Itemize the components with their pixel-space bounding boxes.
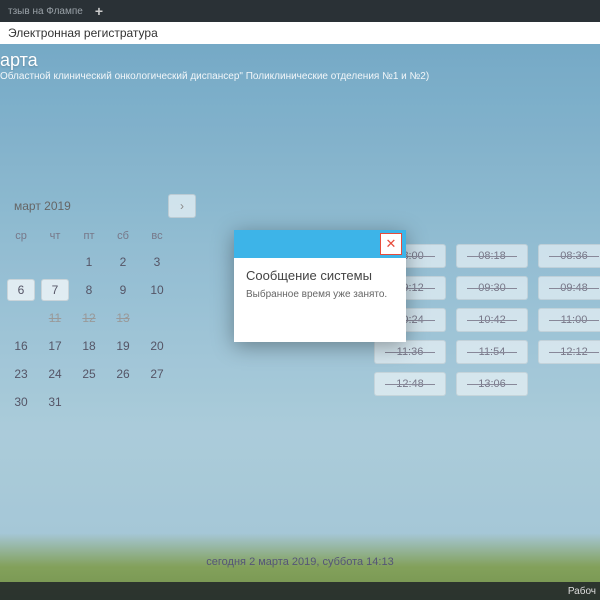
dialog-titlebar: ✕ (234, 230, 406, 258)
calendar-day[interactable]: 20 (140, 334, 174, 358)
dialog-text: Выбранное время уже занято. (246, 289, 394, 300)
time-slot[interactable]: 09:48 (538, 276, 600, 300)
taskbar: Рабоч (0, 582, 600, 600)
calendar-day[interactable]: 7 (41, 279, 69, 301)
calendar-day[interactable]: 18 (72, 334, 106, 358)
close-icon: ✕ (386, 236, 397, 252)
url-text: Электронная регистратура (8, 26, 158, 40)
calendar-day[interactable]: 31 (38, 390, 72, 414)
calendar-day[interactable]: 8 (72, 278, 106, 302)
time-slot[interactable]: 11:00 (538, 308, 600, 332)
calendar-day[interactable]: 3 (140, 250, 174, 274)
calendar-day[interactable]: 17 (38, 334, 72, 358)
time-slot[interactable]: 08:36 (538, 244, 600, 268)
calendar-day (72, 390, 106, 414)
page-header: арта Областной клинический онкологически… (0, 50, 429, 82)
tab-title[interactable]: тзыв на Флампе (8, 6, 83, 17)
calendar-day (4, 306, 38, 330)
new-tab-button[interactable]: + (89, 3, 109, 19)
calendar-weekday: вс (140, 226, 174, 246)
calendar-day[interactable]: 1 (72, 250, 106, 274)
calendar-day[interactable]: 16 (4, 334, 38, 358)
time-slot[interactable]: 13:06 (456, 372, 528, 396)
calendar: март 2019 › срчтптсбвс123678910111213161… (0, 194, 200, 414)
calendar-day[interactable]: 10 (140, 278, 174, 302)
footer-date: сегодня 2 марта 2019, суббота 14:13 (0, 556, 600, 568)
time-slots: 08:0008:1808:3609:1209:3009:4810:2410:42… (374, 244, 600, 396)
page-content: арта Областной клинический онкологически… (0, 44, 600, 600)
calendar-day (106, 390, 140, 414)
time-slot[interactable]: 10:42 (456, 308, 528, 332)
time-slot[interactable]: 09:30 (456, 276, 528, 300)
calendar-day[interactable]: 2 (106, 250, 140, 274)
calendar-day[interactable]: 25 (72, 362, 106, 386)
time-slot[interactable]: 08:18 (456, 244, 528, 268)
time-slot[interactable]: 11:36 (374, 340, 446, 364)
dialog-close-button[interactable]: ✕ (380, 233, 402, 255)
system-message-dialog: ✕ Сообщение системы Выбранное время уже … (234, 230, 406, 342)
calendar-weekday: пт (72, 226, 106, 246)
dialog-title: Сообщение системы (246, 268, 394, 283)
taskbar-right: Рабоч (568, 586, 596, 597)
url-bar[interactable]: Электронная регистратура (0, 22, 600, 44)
calendar-grid: срчтптсбвс123678910111213161718192023242… (0, 226, 200, 414)
page-subtitle: Областной клинический онкологический дис… (0, 71, 429, 82)
time-slot[interactable]: 11:54 (456, 340, 528, 364)
time-slot[interactable]: 12:48 (374, 372, 446, 396)
calendar-day (140, 306, 174, 330)
chevron-right-icon: › (180, 199, 184, 213)
calendar-day (140, 390, 174, 414)
page-title: арта (0, 50, 429, 71)
calendar-day[interactable]: 24 (38, 362, 72, 386)
calendar-day[interactable]: 26 (106, 362, 140, 386)
calendar-day[interactable]: 13 (106, 306, 140, 330)
calendar-weekday: чт (38, 226, 72, 246)
calendar-day[interactable]: 11 (38, 306, 72, 330)
calendar-month: март 2019 (14, 199, 71, 213)
calendar-day[interactable]: 30 (4, 390, 38, 414)
calendar-day[interactable]: 27 (140, 362, 174, 386)
calendar-weekday: сб (106, 226, 140, 246)
calendar-day[interactable]: 9 (106, 278, 140, 302)
calendar-next-button[interactable]: › (168, 194, 196, 218)
calendar-weekday: ср (4, 226, 38, 246)
calendar-day[interactable]: 12 (72, 306, 106, 330)
time-slot[interactable]: 12:12 (538, 340, 600, 364)
calendar-day[interactable]: 23 (4, 362, 38, 386)
calendar-day (38, 250, 72, 274)
calendar-day (4, 250, 38, 274)
calendar-day[interactable]: 6 (7, 279, 35, 301)
calendar-day[interactable]: 19 (106, 334, 140, 358)
browser-tabs: тзыв на Флампе + (0, 0, 600, 22)
